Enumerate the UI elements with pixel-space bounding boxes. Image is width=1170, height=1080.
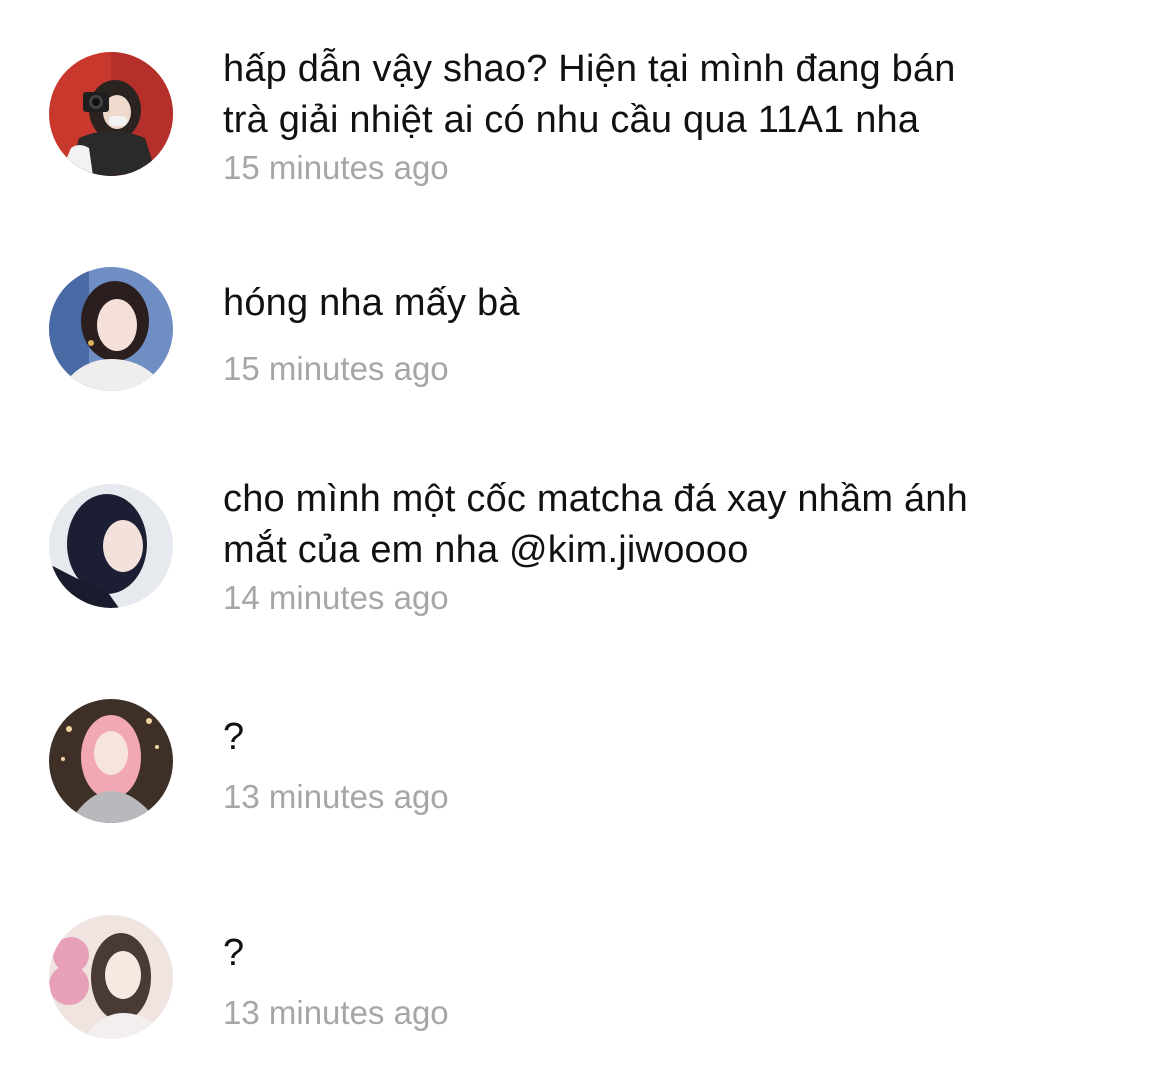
comment-timestamp: 14 minutes ago [223, 579, 449, 616]
avatar[interactable] [49, 915, 173, 1039]
avatar-image [49, 52, 173, 176]
comment-timestamp: 15 minutes ago [223, 350, 449, 387]
comment-text: ? [223, 932, 245, 974]
avatar[interactable] [49, 484, 173, 608]
avatar-image [49, 267, 173, 391]
avatar[interactable] [49, 267, 173, 391]
comment-timestamp: 15 minutes ago [223, 149, 449, 186]
avatar-image [49, 699, 173, 823]
comment-text: ? [223, 716, 245, 758]
avatar-image [49, 915, 173, 1039]
avatar-image [49, 484, 173, 608]
comment-timestamp: 13 minutes ago [223, 994, 449, 1031]
comment-timestamp: 13 minutes ago [223, 778, 449, 815]
avatar[interactable] [49, 699, 173, 823]
comment-text: cho mình một cốc matcha đá xay nhầm ánh … [223, 478, 968, 571]
comment-text: hấp dẫn vậy shao? Hiện tại mình đang bán… [223, 48, 956, 141]
avatar[interactable] [49, 52, 173, 176]
comment-text: hóng nha mấy bà [223, 282, 520, 324]
